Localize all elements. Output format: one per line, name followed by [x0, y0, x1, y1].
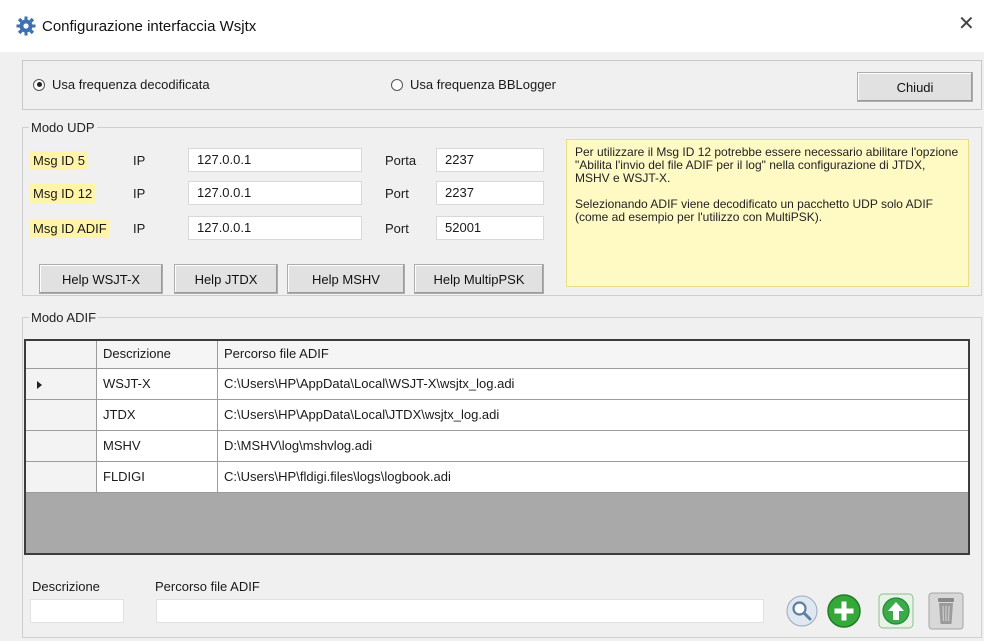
row-selector[interactable]: [26, 400, 97, 430]
table-row[interactable]: FLDIGI C:\Users\HP\fldigi.files\logs\log…: [26, 462, 968, 493]
path-input[interactable]: [156, 599, 764, 623]
help-mshv-button[interactable]: Help MSHV: [287, 264, 405, 294]
table-header: Descrizione Percorso file ADIF: [26, 341, 968, 369]
row-description[interactable]: FLDIGI: [97, 462, 218, 492]
trash-icon: [928, 592, 964, 630]
msg-id-5-ip-field[interactable]: 127.0.0.1: [188, 148, 362, 172]
path-label: Percorso file ADIF: [155, 579, 260, 594]
msg-id-12-label: Msg ID 12: [30, 184, 96, 203]
table-row[interactable]: JTDX C:\Users\HP\AppData\Local\JTDX\wsjt…: [26, 400, 968, 431]
adif-table: Descrizione Percorso file ADIF WSJT-X C:…: [24, 339, 970, 555]
row-path[interactable]: C:\Users\HP\AppData\Local\WSJT-X\wsjtx_l…: [218, 369, 968, 399]
config-window: Configurazione interfaccia Wsjtx ✕ Usa f…: [0, 0, 984, 641]
close-button[interactable]: Chiudi: [857, 72, 973, 102]
msg-id-adif-port-field[interactable]: 52001: [436, 216, 544, 240]
row-selector[interactable]: [26, 462, 97, 492]
row-path[interactable]: C:\Users\HP\AppData\Local\JTDX\wsjtx_log…: [218, 400, 968, 430]
radio-bblogger-label: Usa frequenza BBLogger: [410, 77, 556, 92]
radio-decoded-label: Usa frequenza decodificata: [52, 77, 210, 92]
browse-button[interactable]: [784, 592, 820, 630]
description-input[interactable]: [30, 599, 124, 623]
help-multipsk-button[interactable]: Help MultipPSK: [414, 264, 544, 294]
radio-bblogger-frequency[interactable]: Usa frequenza BBLogger: [391, 77, 556, 92]
plus-icon: [827, 594, 861, 628]
arrow-up-icon: [878, 593, 914, 629]
row-path[interactable]: D:\MSHV\log\mshvlog.adi: [218, 431, 968, 461]
help-jtdx-button[interactable]: Help JTDX: [174, 264, 278, 294]
row-description[interactable]: MSHV: [97, 431, 218, 461]
row-selector[interactable]: [26, 431, 97, 461]
column-header-percorso[interactable]: Percorso file ADIF: [218, 341, 968, 368]
port-label: Porta: [385, 153, 417, 168]
udp-info-note: Per utilizzare il Msg ID 12 potrebbe ess…: [566, 139, 969, 287]
table-row[interactable]: MSHV D:\MSHV\log\mshvlog.adi: [26, 431, 968, 462]
msg-id-5-label: Msg ID 5: [30, 151, 89, 170]
port-label: Port: [385, 221, 409, 236]
ip-label: IP: [133, 153, 146, 168]
adif-legend: Modo ADIF: [31, 310, 97, 325]
row-path[interactable]: C:\Users\HP\fldigi.files\logs\logbook.ad…: [218, 462, 968, 492]
msg-id-12-port-field[interactable]: 2237: [436, 181, 544, 205]
info-paragraph-1: Per utilizzare il Msg ID 12 potrebbe ess…: [575, 145, 959, 185]
msg-id-adif-label: Msg ID ADIF: [30, 219, 110, 238]
table-row[interactable]: WSJT-X C:\Users\HP\AppData\Local\WSJT-X\…: [26, 369, 968, 400]
ip-label: IP: [133, 221, 146, 236]
save-button[interactable]: [878, 592, 914, 630]
delete-button[interactable]: [928, 592, 964, 630]
column-header-descrizione[interactable]: Descrizione: [97, 341, 218, 368]
radio-dot-bblogger[interactable]: [391, 78, 403, 91]
help-wsjtx-button[interactable]: Help WSJT-X: [39, 264, 163, 294]
close-icon[interactable]: ✕: [958, 14, 975, 34]
window-title: Configurazione interfaccia Wsjtx: [42, 18, 257, 35]
port-label: Port: [385, 186, 409, 201]
frequency-panel: Usa frequenza decodificata Usa frequenza…: [22, 60, 982, 110]
ip-label: IP: [133, 186, 146, 201]
radio-decoded-frequency[interactable]: Usa frequenza decodificata: [33, 77, 210, 92]
gear-icon: [16, 16, 36, 36]
msg-id-5-port-field[interactable]: 2237: [436, 148, 544, 172]
row-header-corner: [26, 341, 97, 368]
msg-id-12-ip-field[interactable]: 127.0.0.1: [188, 181, 362, 205]
info-paragraph-2: Selezionando ADIF viene decodificato un …: [575, 197, 933, 224]
current-row-arrow-icon: [37, 381, 42, 389]
row-selector[interactable]: [26, 369, 97, 399]
search-icon: [786, 595, 818, 627]
udp-legend: Modo UDP: [31, 120, 95, 135]
title-bar: Configurazione interfaccia Wsjtx ✕: [0, 0, 984, 52]
radio-dot-decoded[interactable]: [33, 78, 45, 91]
add-button[interactable]: [826, 592, 862, 630]
row-description[interactable]: WSJT-X: [97, 369, 218, 399]
description-label: Descrizione: [32, 579, 100, 594]
msg-id-adif-ip-field[interactable]: 127.0.0.1: [188, 216, 362, 240]
row-description[interactable]: JTDX: [97, 400, 218, 430]
